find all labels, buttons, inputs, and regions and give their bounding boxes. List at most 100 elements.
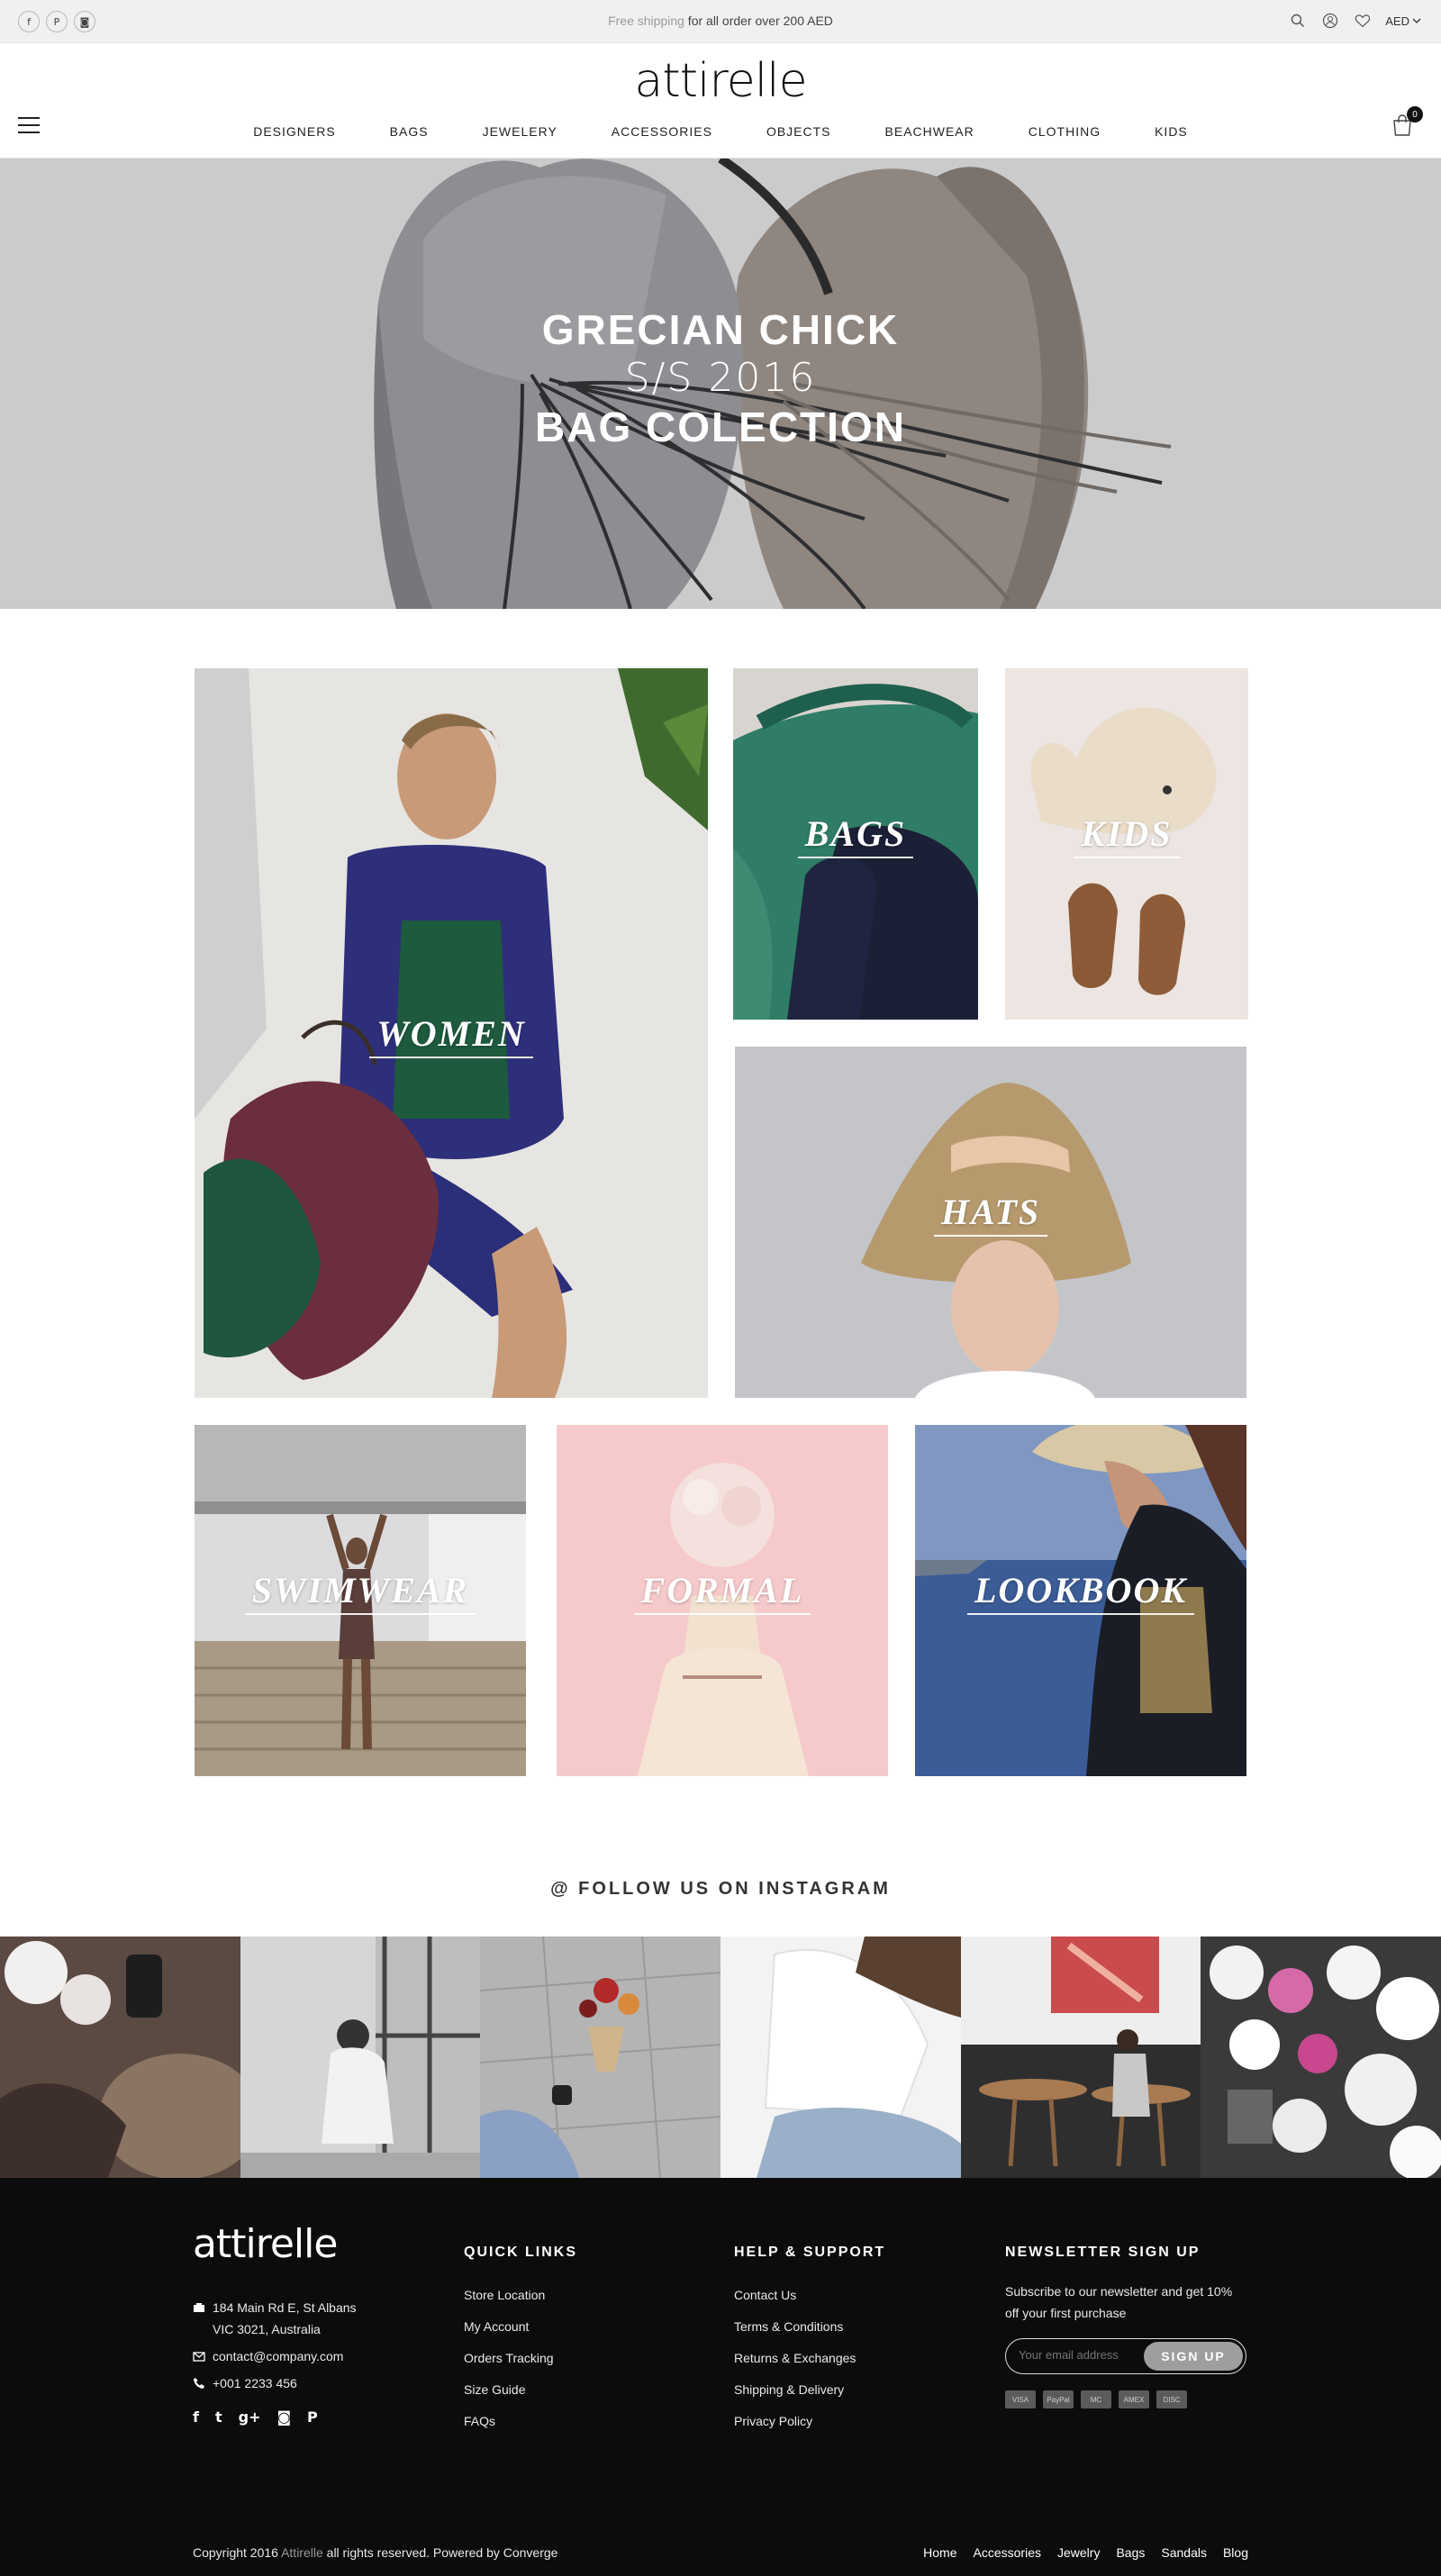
newsletter-email-input[interactable] (1019, 2348, 1154, 2362)
footer-bottom-bar: Copyright 2016 Attirelle all rights rese… (193, 2545, 1248, 2560)
instagram-photo[interactable] (720, 1937, 961, 2178)
newsletter-form: SIGN UP (1005, 2338, 1246, 2374)
amex-card-icon: AMEX (1119, 2390, 1149, 2408)
instagram-feed (0, 1937, 1441, 2178)
footer-link-privacy[interactable]: Privacy Policy (734, 2412, 885, 2430)
google-plus-icon[interactable]: g+ (239, 2408, 261, 2426)
paypal-card-icon: PayPal (1043, 2390, 1074, 2408)
mastercard-card-icon: MC (1081, 2390, 1111, 2408)
footer-bottom-link-bags[interactable]: Bags (1116, 2545, 1145, 2560)
promo-highlight: Free shipping (608, 14, 684, 28)
footer-bottom-link-jewelry[interactable]: Jewelry (1057, 2545, 1100, 2560)
top-utilities: AED (1288, 11, 1421, 31)
footer-link-my-account[interactable]: My Account (464, 2317, 577, 2336)
main-nav: DESIGNERS BAGS JEWELERY ACCESSORIES OBJE… (0, 124, 1441, 139)
footer-quick-links-title: QUICK LINKS (464, 2245, 577, 2260)
phone-icon (193, 2377, 205, 2390)
hero-collection: BAG COLECTION (535, 404, 906, 450)
visa-card-icon: VISA (1005, 2390, 1036, 2408)
footer-link-returns[interactable]: Returns & Exchanges (734, 2349, 885, 2367)
footer-address-line2: VIC 3021, Australia (213, 2322, 321, 2336)
footer-contact: 184 Main Rd E, St Albans VIC 3021, Austr… (193, 2297, 357, 2399)
newsletter-description: Subscribe to our newsletter and get 10% … (1005, 2284, 1233, 2320)
nav-item-accessories[interactable]: ACCESSORIES (612, 124, 712, 139)
nav-item-bags[interactable]: BAGS (390, 124, 429, 139)
footer-help-title: HELP & SUPPORT (734, 2245, 886, 2260)
footer-link-terms[interactable]: Terms & Conditions (734, 2317, 885, 2336)
category-label-formal: FORMAL (557, 1569, 888, 1615)
twitter-icon[interactable]: t (215, 2408, 222, 2426)
currency-selector[interactable]: AED (1385, 14, 1421, 28)
instagram-photo[interactable] (960, 1937, 1201, 2178)
site-footer: attirelle 184 Main Rd E, St Albans VIC 3… (0, 2178, 1441, 2576)
footer-address-line1: 184 Main Rd E, St Albans (213, 2300, 357, 2315)
footer-link-size-guide[interactable]: Size Guide (464, 2381, 577, 2399)
instagram-photo[interactable] (480, 1937, 721, 2178)
hero-title: GRECIAN CHICK (541, 306, 900, 353)
hero-subtitle: S/S 2016 (624, 355, 817, 401)
footer-quick-links: QUICK LINKS Store Location My Account Or… (464, 2245, 577, 2444)
category-tile-swimwear[interactable]: SWIMWEAR (195, 1425, 526, 1776)
category-label-lookbook: LOOKBOOK (915, 1569, 1246, 1615)
promo-text: for all order over 200 AED (684, 14, 833, 28)
footer-link-shipping[interactable]: Shipping & Delivery (734, 2381, 885, 2399)
category-tile-bags[interactable]: BAGS (733, 668, 978, 1020)
nav-item-clothing[interactable]: CLOTHING (1029, 124, 1101, 139)
category-tile-kids[interactable]: KIDS (1005, 668, 1248, 1020)
instagram-icon[interactable]: ◙ (276, 2408, 291, 2426)
footer-bottom-link-sandals[interactable]: Sandals (1161, 2545, 1207, 2560)
footer-link-contact-us[interactable]: Contact Us (734, 2286, 885, 2304)
copyright-brand[interactable]: Attirelle (281, 2545, 323, 2560)
hero-headline: GRECIAN CHICK S/S 2016 BAG COLECTION (0, 304, 1441, 452)
cart-button[interactable]: 0 (1391, 106, 1423, 137)
currency-label: AED (1385, 14, 1409, 28)
nav-item-objects[interactable]: OBJECTS (766, 124, 831, 139)
hero-banner[interactable]: GRECIAN CHICK S/S 2016 BAG COLECTION (0, 159, 1441, 609)
facebook-icon[interactable]: f (193, 2408, 199, 2426)
footer-newsletter-title: NEWSLETTER SIGN UP (1005, 2245, 1201, 2260)
category-label-kids: KIDS (1005, 812, 1248, 858)
instagram-title: @ FOLLOW US ON INSTAGRAM (550, 1879, 891, 1899)
category-tile-formal[interactable]: FORMAL (557, 1425, 888, 1776)
footer-link-store-location[interactable]: Store Location (464, 2286, 577, 2304)
category-label-hats: HATS (735, 1191, 1246, 1237)
nav-item-designers[interactable]: DESIGNERS (253, 124, 335, 139)
nav-item-beachwear[interactable]: BEACHWEAR (885, 124, 974, 139)
nav-item-kids[interactable]: KIDS (1155, 124, 1188, 139)
category-label-bags: BAGS (733, 812, 978, 858)
footer-bottom-link-home[interactable]: Home (923, 2545, 956, 2560)
instagram-photo[interactable] (240, 1937, 481, 2178)
instagram-photo[interactable] (1201, 1937, 1441, 2178)
account-icon[interactable] (1320, 11, 1340, 31)
footer-link-faqs[interactable]: FAQs (464, 2412, 577, 2430)
footer-social-links: f t g+ ◙ P (193, 2408, 318, 2426)
newsletter-signup-button[interactable]: SIGN UP (1144, 2342, 1243, 2371)
nav-item-jewelery[interactable]: JEWELERY (483, 124, 557, 139)
category-tile-women[interactable]: WOMEN (195, 668, 708, 1398)
footer-link-orders-tracking[interactable]: Orders Tracking (464, 2349, 577, 2367)
footer-email[interactable]: contact@company.com (213, 2345, 343, 2367)
copyright: Copyright 2016 Attirelle all rights rese… (193, 2545, 558, 2560)
wishlist-heart-icon[interactable] (1353, 11, 1373, 31)
category-label-women: WOMEN (195, 1012, 708, 1058)
envelope-icon (193, 2350, 205, 2363)
promo-banner: Free shipping for all order over 200 AED (0, 14, 1441, 28)
site-logo[interactable]: attirelle (0, 54, 1441, 108)
instagram-photo[interactable] (0, 1937, 240, 2178)
footer-phone: +001 2233 456 (213, 2376, 297, 2390)
footer-logo[interactable]: attirelle (193, 2221, 338, 2267)
pinterest-icon[interactable]: P (307, 2408, 318, 2426)
site-header: attirelle DESIGNERS BAGS JEWELERY ACCESS… (0, 43, 1441, 159)
category-tile-hats[interactable]: HATS (735, 1047, 1246, 1398)
discover-card-icon: DISC (1156, 2390, 1187, 2408)
category-tile-lookbook[interactable]: LOOKBOOK (915, 1425, 1246, 1776)
top-bar: f P ◙ Free shipping for all order over 2… (0, 0, 1441, 43)
footer-newsletter: NEWSLETTER SIGN UP Subscribe to our news… (1005, 2245, 1248, 2408)
cart-count-badge: 0 (1407, 106, 1423, 122)
payment-methods: VISA PayPal MC AMEX DISC (1005, 2390, 1248, 2408)
category-label-swimwear: SWIMWEAR (195, 1569, 526, 1615)
chevron-down-icon (1412, 18, 1421, 23)
footer-bottom-link-blog[interactable]: Blog (1223, 2545, 1248, 2560)
footer-bottom-link-accessories[interactable]: Accessories (974, 2545, 1041, 2560)
search-icon[interactable] (1288, 11, 1308, 31)
